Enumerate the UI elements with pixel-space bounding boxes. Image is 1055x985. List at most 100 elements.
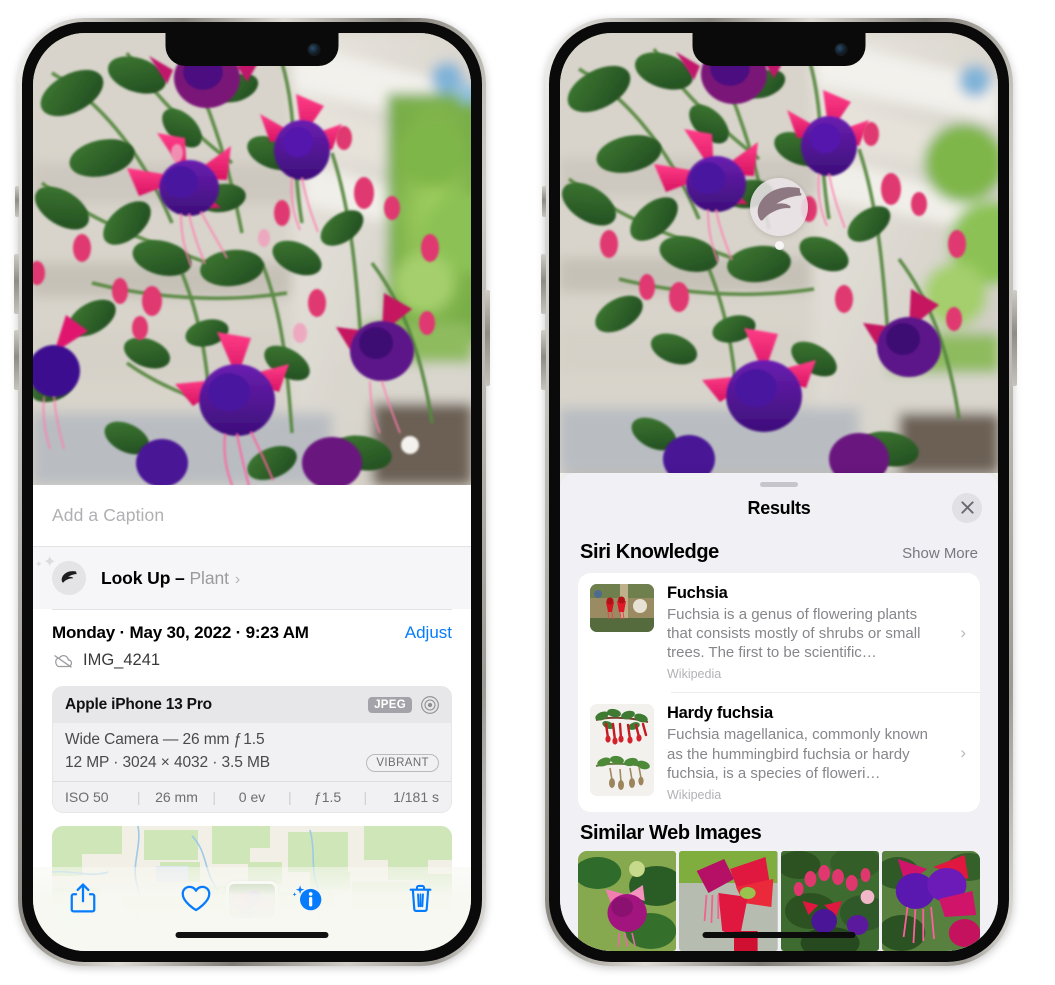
leaf-icon: ✦ ✦: [35, 554, 86, 595]
sparkle-icon-large: ✦: [43, 554, 57, 571]
sparkle-icon-small: ✦: [35, 559, 43, 569]
hardy-fuchsia-specimen-thumbnail: [590, 704, 654, 797]
delete-button[interactable]: [404, 881, 438, 915]
notch: [692, 33, 866, 66]
stat-exposure: 0 ev: [238, 789, 266, 805]
look-up-subject: Plant: [189, 567, 229, 588]
look-up-label-group: Look Up – Plant ›: [101, 568, 240, 589]
front-camera-icon: [308, 44, 320, 55]
heart-icon: [181, 885, 211, 911]
metadata-block: Monday · May 30, 2022 · 9:23 AM Adjust I…: [33, 610, 471, 674]
visual-look-up-badge[interactable]: [750, 178, 808, 250]
look-up-row[interactable]: ✦ ✦ Look Up – Plant ›: [33, 547, 471, 609]
result-thumbnail: [590, 583, 654, 632]
similar-image-tile[interactable]: [578, 851, 677, 951]
exif-card[interactable]: Apple iPhone 13 Pro JPEG Wide Camera — 2…: [52, 686, 452, 813]
notch: [165, 33, 339, 66]
image-size-info: 12 MP · 3024 × 4032 · 3.5 MB: [65, 754, 270, 771]
caption-field-row[interactable]: Add a Caption: [33, 485, 471, 547]
chevron-right-icon: ›: [960, 622, 966, 642]
knowledge-result-row[interactable]: Fuchsia Fuchsia is a genus of flowering …: [578, 573, 980, 693]
camera-device-name: Apple iPhone 13 Pro: [65, 696, 212, 713]
visual-look-up-bubble[interactable]: [750, 178, 808, 236]
left-iphone-device: Add a Caption ✦ ✦ Look Up – Plant › Mond…: [14, 18, 490, 966]
knowledge-result-row[interactable]: Hardy fuchsia Fuchsia magellanica, commo…: [578, 693, 980, 812]
format-badge: JPEG: [368, 696, 412, 714]
right-iphone-device: Results Siri Knowledge Show More Fuchsia…: [541, 18, 1017, 966]
fuchsia-photo: [560, 33, 998, 473]
side-power-button[interactable]: [1012, 290, 1017, 386]
result-title: Fuchsia: [667, 583, 728, 602]
exif-header: Apple iPhone 13 Pro JPEG: [53, 687, 451, 723]
favorite-button[interactable]: [179, 881, 213, 915]
chevron-right-icon: ›: [960, 743, 966, 763]
share-button[interactable]: [66, 881, 100, 915]
look-up-label: Look Up: [101, 567, 171, 588]
metadata-file-row: IMG_4241: [52, 651, 452, 670]
close-icon: [960, 501, 974, 515]
look-up-dash: –: [170, 567, 190, 588]
share-icon: [70, 883, 96, 913]
info-button[interactable]: [291, 881, 325, 915]
trash-icon: [410, 884, 432, 912]
right-phone-bezel: Results Siri Knowledge Show More Fuchsia…: [549, 22, 1009, 962]
result-thumbnail: [590, 704, 654, 797]
results-sheet: Results Siri Knowledge Show More Fuchsia…: [560, 473, 998, 951]
lens-info: Wide Camera — 26 mm ƒ 1.5: [65, 731, 265, 748]
right-phone-screen: Results Siri Knowledge Show More Fuchsia…: [560, 33, 998, 951]
similar-image-tile[interactable]: [881, 851, 980, 951]
front-camera-icon: [835, 44, 847, 55]
photo-viewer[interactable]: [560, 33, 998, 473]
left-phone-bezel: Add a Caption ✦ ✦ Look Up – Plant › Mond…: [22, 22, 482, 962]
side-power-button[interactable]: [485, 290, 490, 386]
stat-focal: 26 mm: [155, 789, 198, 805]
caption-input-placeholder[interactable]: Add a Caption: [52, 505, 164, 526]
mute-switch[interactable]: [542, 186, 546, 217]
photo-viewer[interactable]: [33, 33, 471, 485]
result-source: Wikipedia: [667, 787, 722, 802]
similar-web-images-title: Similar Web Images: [580, 822, 762, 844]
mute-switch[interactable]: [15, 186, 19, 217]
stat-iso: ISO 50: [65, 789, 109, 805]
visual-look-up-dot: [774, 241, 784, 250]
show-more-button[interactable]: Show More: [902, 545, 978, 562]
result-description: Fuchsia magellanica, commonly known as t…: [667, 726, 928, 782]
volume-up-button[interactable]: [541, 254, 546, 314]
result-description: Fuchsia is a genus of flowering plants t…: [667, 605, 921, 662]
capture-date: Monday · May 30, 2022 · 9:23 AM: [52, 623, 309, 642]
stat-shutter: 1/181 s: [393, 789, 440, 805]
aperture-icon: [421, 696, 439, 714]
adjust-button[interactable]: Adjust: [405, 623, 452, 643]
left-phone-screen: Add a Caption ✦ ✦ Look Up – Plant › Mond…: [33, 33, 471, 951]
results-header: Results: [560, 487, 998, 531]
exif-body: Wide Camera — 26 mm ƒ 1.5 12 MP · 3024 ×…: [53, 723, 451, 781]
info-sparkle-icon: [292, 885, 322, 911]
cloud-slash-icon: [54, 654, 73, 668]
siri-knowledge-header: Siri Knowledge Show More: [560, 531, 998, 573]
close-button[interactable]: [952, 492, 982, 523]
leaf-glyph: [61, 571, 77, 583]
similar-web-images-header: Similar Web Images: [560, 812, 998, 851]
photographic-style-badge: VIBRANT: [366, 754, 439, 772]
exif-badges: JPEG: [368, 695, 440, 715]
results-title: Results: [747, 498, 811, 519]
fuchsia-purple-magenta: [881, 851, 980, 951]
siri-knowledge-card: Fuchsia Fuchsia is a genus of flowering …: [578, 572, 980, 812]
screenshot-stage: Add a Caption ✦ ✦ Look Up – Plant › Mond…: [0, 0, 1055, 985]
result-text: Hardy fuchsia Fuchsia magellanica, commo…: [667, 704, 968, 802]
home-indicator[interactable]: [702, 932, 856, 938]
volume-down-button[interactable]: [541, 330, 546, 390]
exif-stats-row: ISO 50 | 26 mm | 0 ev | ƒ1.5 | 1/181 s: [53, 781, 451, 812]
chevron-right-icon: ›: [234, 570, 241, 588]
home-indicator[interactable]: [175, 932, 329, 938]
file-name: IMG_4241: [83, 651, 161, 669]
metadata-date-row: Monday · May 30, 2022 · 9:23 AM Adjust: [52, 623, 452, 643]
leaf-icon: [757, 187, 802, 221]
siri-knowledge-title: Siri Knowledge: [580, 540, 719, 563]
fuchsia-photo: [33, 33, 471, 485]
result-title: Hardy fuchsia: [667, 704, 773, 723]
result-text: Fuchsia Fuchsia is a genus of flowering …: [667, 584, 968, 682]
volume-down-button[interactable]: [14, 330, 19, 390]
volume-up-button[interactable]: [14, 254, 19, 314]
result-source: Wikipedia: [667, 667, 722, 682]
